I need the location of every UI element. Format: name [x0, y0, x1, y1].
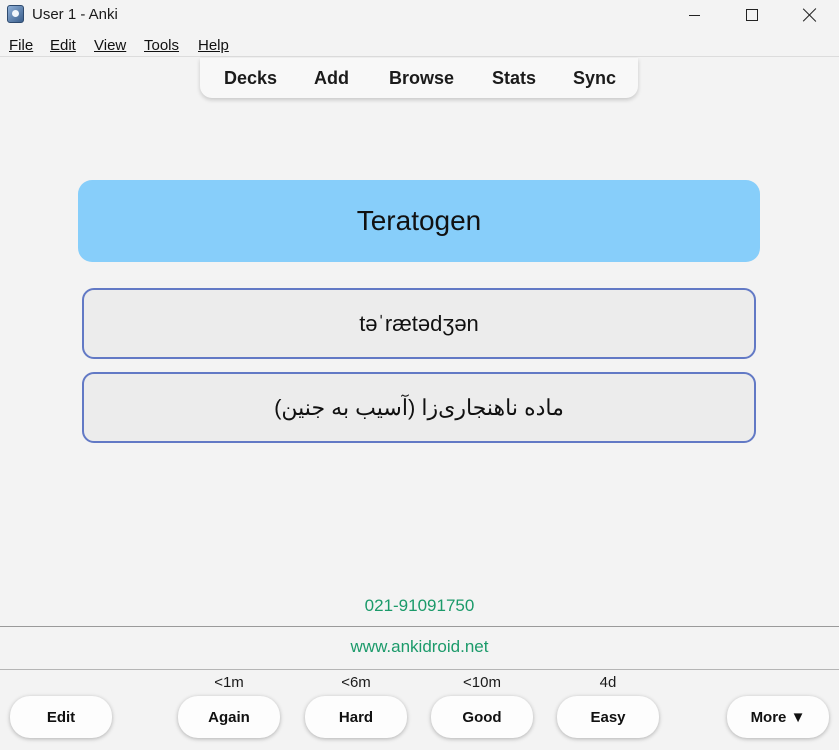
menu-file[interactable]: File [9, 37, 33, 54]
anki-app-icon [7, 5, 24, 23]
menu-view[interactable]: View [94, 37, 126, 54]
phonetic-box: təˈrætədʒən [82, 288, 756, 359]
good-button[interactable]: Good [431, 696, 533, 738]
edit-button[interactable]: Edit [10, 696, 112, 738]
again-button[interactable]: Again [178, 696, 280, 738]
minimize-icon [688, 14, 700, 16]
again-interval: <1m [214, 674, 244, 691]
menu-tools[interactable]: Tools [144, 37, 179, 54]
toolbar-add[interactable]: Add [314, 68, 349, 89]
toolbar-stats[interactable]: Stats [492, 68, 536, 89]
window-title: User 1 - Anki [32, 6, 118, 23]
good-interval: <10m [463, 674, 501, 691]
translation-box: ماده ناهنجاری‌زا (آسیب به جنین) [82, 372, 756, 443]
hard-interval: <6m [341, 674, 371, 691]
toolbar-browse[interactable]: Browse [389, 68, 454, 89]
card-front-text: Teratogen [356, 205, 482, 236]
maximize-icon [746, 9, 758, 21]
toolbar-decks[interactable]: Decks [224, 68, 277, 89]
toolbar-sync[interactable]: Sync [573, 68, 616, 89]
close-icon [803, 8, 817, 22]
translation-text: ماده ناهنجاری‌زا (آسیب به جنین) [274, 394, 564, 420]
phonetic-text: təˈrætədʒən [359, 310, 479, 336]
menu-edit[interactable]: Edit [50, 37, 76, 54]
close-button[interactable] [781, 0, 839, 30]
maximize-button[interactable] [723, 0, 781, 30]
website-link[interactable]: www.ankidroid.net [0, 637, 839, 657]
title-bar: User 1 - Anki [0, 0, 839, 30]
more-button[interactable]: More ▼ [727, 696, 829, 738]
hard-button[interactable]: Hard [305, 696, 407, 738]
phone-number: 021-91091750 [364, 596, 475, 615]
easy-button[interactable]: Easy [557, 696, 659, 738]
easy-interval: 4d [599, 674, 617, 691]
divider [0, 626, 839, 627]
menu-bar: File Edit View Tools Help [0, 33, 839, 57]
menu-help[interactable]: Help [198, 37, 229, 54]
divider [0, 669, 839, 670]
minimize-button[interactable] [665, 0, 723, 30]
main-toolbar: Decks Add Browse Stats Sync [200, 58, 638, 98]
card-front: Teratogen [78, 180, 760, 262]
